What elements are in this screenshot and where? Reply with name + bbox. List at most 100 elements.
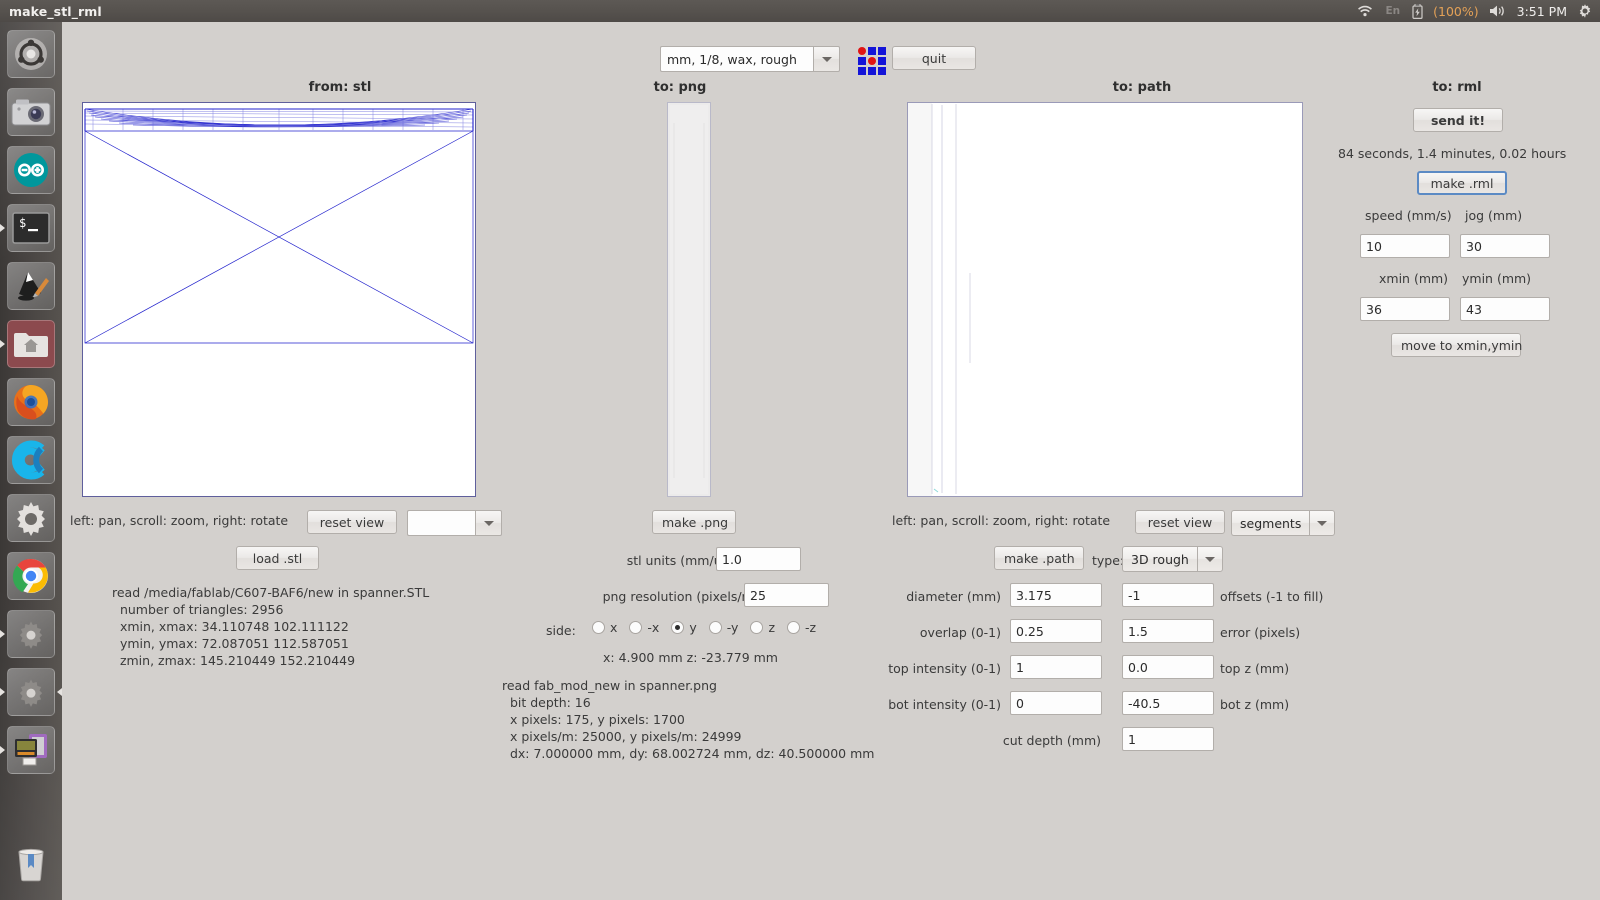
fab-modules-icon[interactable] <box>858 47 886 75</box>
path-view-select[interactable]: segments <box>1231 510 1336 536</box>
trash-icon <box>18 848 44 882</box>
side-radio-y[interactable] <box>671 621 685 634</box>
side-radio-neg-z[interactable] <box>787 621 800 634</box>
stl-reset-view-button[interactable]: reset view <box>307 510 397 534</box>
fab-cell <box>868 47 876 55</box>
bot-intensity-input[interactable] <box>1010 691 1102 715</box>
svg-text:$: $ <box>19 216 26 230</box>
running-indicator-app-gear-2 <box>0 688 5 696</box>
running-indicator-fab-modules <box>0 746 5 754</box>
bot-z-input[interactable] <box>1122 691 1214 715</box>
firefox-icon <box>14 385 48 420</box>
stl-mouse-hint: left: pan, scroll: zoom, right: rotate <box>70 513 289 528</box>
launcher-item-files[interactable] <box>7 320 55 368</box>
diameter-input[interactable] <box>1010 583 1102 607</box>
keyboard-layout-indicator[interactable]: En <box>1383 5 1402 17</box>
png-viewport[interactable] <box>667 102 711 497</box>
fab-cell <box>868 67 876 75</box>
top-z-label: top z (mm) <box>1220 661 1290 676</box>
path-viewport[interactable] <box>907 102 1303 497</box>
quit-button[interactable]: quit <box>892 46 976 70</box>
battery-icon[interactable] <box>1412 3 1423 19</box>
side-radio-label-neg-x: -x <box>647 620 660 635</box>
speed-label: speed (mm/s) <box>1365 208 1452 223</box>
side-radio-label-x: x <box>610 620 618 635</box>
launcher-item-inkscape[interactable] <box>7 262 55 310</box>
fab-cell <box>858 57 866 65</box>
home-folder-icon <box>14 333 48 357</box>
fab-cell <box>858 47 866 55</box>
png-resolution-label: png resolution (pixels/mm): <box>602 589 775 604</box>
side-radio-label-neg-z: -z <box>805 620 817 635</box>
xmin-input[interactable] <box>1360 297 1450 321</box>
battery-percent-label[interactable]: (100%) <box>1433 4 1479 19</box>
bot-intensity-label: bot intensity (0-1) <box>888 697 1001 712</box>
path-reset-view-button[interactable]: reset view <box>1135 510 1225 534</box>
chevron-down-icon <box>813 46 840 72</box>
launcher-item-arduino[interactable] <box>7 146 55 194</box>
png-resolution-input[interactable] <box>744 583 829 607</box>
fab-cell <box>868 57 876 65</box>
launcher-item-firefox[interactable] <box>7 378 55 426</box>
side-radio-label-neg-y: -y <box>726 620 739 635</box>
launcher-item-settings-gear[interactable] <box>7 494 55 542</box>
jog-input[interactable] <box>1460 234 1550 258</box>
side-radio-x[interactable] <box>592 621 605 634</box>
top-panel: make_stl_rml En (100%) 3:51 PM <box>0 0 1600 22</box>
volume-icon[interactable] <box>1489 4 1507 18</box>
fab-cell <box>878 67 886 75</box>
stl-units-input[interactable] <box>716 547 801 571</box>
clock[interactable]: 3:51 PM <box>1517 4 1567 19</box>
rml-panel-title: to: rml <box>1432 80 1482 95</box>
side-radio-z[interactable] <box>750 621 764 634</box>
top-z-input[interactable] <box>1122 655 1214 679</box>
top-intensity-label: top intensity (0-1) <box>888 661 1001 676</box>
unity-launcher: $ <box>0 22 62 900</box>
path-type-select[interactable]: 3D rough <box>1122 546 1223 572</box>
camera-icon <box>11 99 51 126</box>
launcher-item-chromium[interactable] <box>7 436 55 484</box>
offsets-input[interactable] <box>1122 583 1214 607</box>
preset-dropdown[interactable]: mm, 1/8, wax, rough <box>660 46 840 72</box>
stl-viewport[interactable] <box>82 102 476 497</box>
make-path-button[interactable]: make .path <box>994 546 1084 570</box>
launcher-item-shotwell[interactable] <box>7 88 55 136</box>
launcher-item-chrome[interactable] <box>7 552 55 600</box>
launcher-item-app-gear-1[interactable] <box>7 610 55 658</box>
launcher-item-ubuntu-dash[interactable] <box>7 30 55 78</box>
speed-input[interactable] <box>1360 234 1450 258</box>
diameter-label: diameter (mm) <box>906 589 1001 604</box>
cut-depth-input[interactable] <box>1122 727 1214 751</box>
send-it-button[interactable]: send it! <box>1413 108 1503 132</box>
error-input[interactable] <box>1122 619 1214 643</box>
path-view-select-value: segments <box>1231 510 1310 536</box>
chevron-down-icon <box>475 510 502 536</box>
wifi-icon[interactable] <box>1357 5 1373 18</box>
xmin-label: xmin (mm) <box>1379 271 1449 286</box>
running-indicator-files <box>0 340 5 348</box>
png-preview-image <box>668 103 710 496</box>
gear-icon[interactable] <box>1577 3 1593 19</box>
launcher-item-trash[interactable] <box>7 840 55 888</box>
side-radio-neg-x[interactable] <box>629 621 643 634</box>
launcher-item-app-gear-2[interactable] <box>7 668 55 716</box>
stl-info-text: read /media/fablab/C607-BAF6/new in span… <box>112 585 430 668</box>
png-panel-title: to: png <box>653 80 707 95</box>
make-rml-button[interactable]: make .rml <box>1417 171 1507 195</box>
side-radio-neg-y[interactable] <box>708 621 722 634</box>
chevron-down-icon <box>1196 546 1223 572</box>
chromium-icon <box>11 440 45 480</box>
chrome-icon <box>12 558 48 593</box>
stl-units-label: stl units (mm/unit): <box>626 553 747 568</box>
make-png-button[interactable]: make .png <box>652 510 736 534</box>
fab-cell <box>878 57 886 65</box>
launcher-item-fab-modules[interactable] <box>7 726 55 774</box>
stl-view-select[interactable] <box>407 510 502 536</box>
load-stl-button[interactable]: load .stl <box>236 546 319 570</box>
ymin-input[interactable] <box>1460 297 1550 321</box>
top-intensity-input[interactable] <box>1010 655 1102 679</box>
side-radio-group: x -x y -y z -z <box>592 620 828 635</box>
launcher-item-terminal[interactable]: $ <box>7 204 55 252</box>
overlap-input[interactable] <box>1010 619 1102 643</box>
move-to-xmin-ymin-button[interactable]: move to xmin,ymin <box>1391 333 1522 357</box>
